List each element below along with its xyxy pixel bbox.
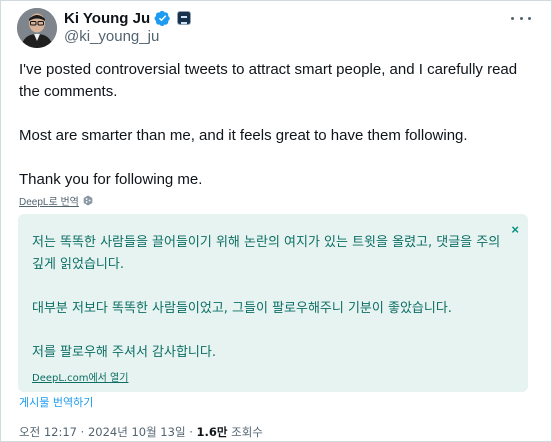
open-in-deepl-link[interactable]: DeepL.com에서 열기 xyxy=(32,369,128,384)
meta-separator: · xyxy=(80,425,85,439)
verified-badge-icon[interactable] xyxy=(154,10,171,27)
close-icon[interactable]: × xyxy=(511,223,519,236)
author-handle[interactable]: @ki_young_ju xyxy=(64,28,159,45)
translation-panel: × 저는 똑똑한 사람들을 끌어들이기 위해 논란의 여지가 있는 트윗을 올렸… xyxy=(18,214,528,392)
more-dot xyxy=(511,16,514,20)
more-dot xyxy=(519,16,523,20)
author-display-name[interactable]: Ki Young Ju xyxy=(64,10,150,27)
author-name-row: Ki Young Ju xyxy=(64,8,192,28)
tweet-time[interactable]: 오전 12:17 xyxy=(19,425,77,439)
views-label: 조회수 xyxy=(231,425,263,439)
more-dot xyxy=(528,16,531,20)
tweet-card: Ki Young Ju @ki_young_ju I've posted con… xyxy=(0,0,552,442)
avatar-photo xyxy=(17,8,57,48)
more-options-icon[interactable] xyxy=(511,10,531,26)
tweet-text: I've posted controversial tweets to attr… xyxy=(19,61,518,188)
tweet-date[interactable]: 2024년 10월 13일 xyxy=(88,425,186,439)
translate-post-button[interactable]: 게시물 번역하기 xyxy=(19,394,93,410)
views-count: 1.6만 xyxy=(196,425,228,439)
meta-separator: · xyxy=(189,425,193,439)
deepl-translate-link[interactable]: DeepL로 번역 xyxy=(19,193,79,208)
avatar[interactable] xyxy=(17,8,57,48)
tweet-meta: 오전 12:17 · 2024년 10월 13일 · 1.6만 조회수 xyxy=(19,424,263,440)
affiliation-badge-icon[interactable] xyxy=(177,11,192,25)
deepl-translate-row: DeepL로 번역 xyxy=(19,193,93,208)
deepl-logo-icon xyxy=(83,195,93,206)
translation-text: 저는 똑똑한 사람들을 끌어들이기 위해 논란의 여지가 있는 트윗을 올렸고,… xyxy=(32,235,501,360)
